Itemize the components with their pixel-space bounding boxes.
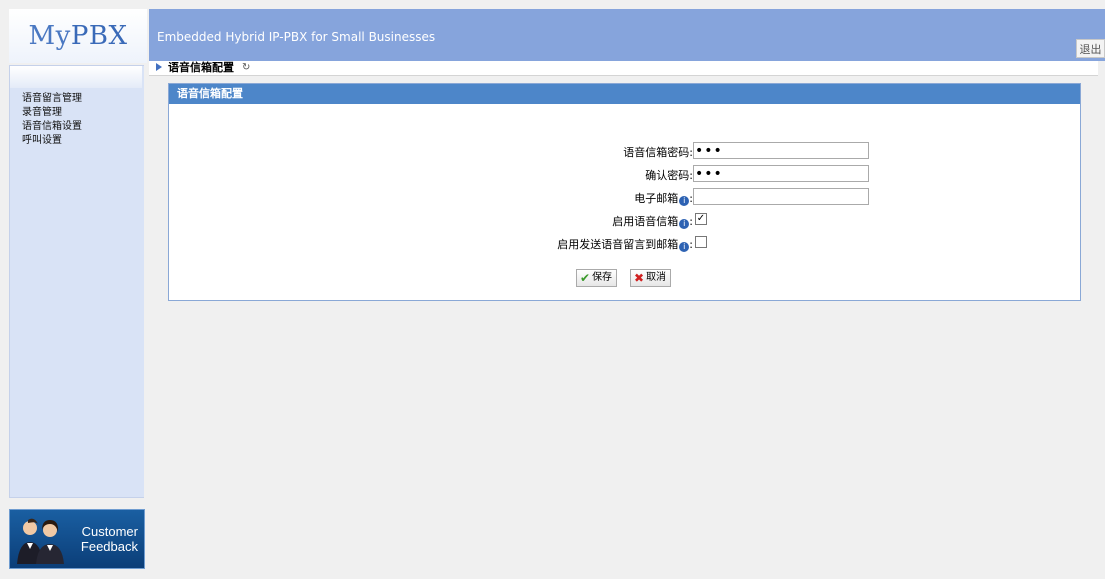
send-to-email-label: 启用发送语音留言到邮箱 i: (557, 238, 693, 252)
sidebar-item-recordings[interactable]: 录音管理 (22, 106, 82, 120)
voicemail-password-input[interactable] (693, 142, 869, 159)
password-label: 语音信箱密码: (623, 146, 693, 159)
sidebar-menu: 语音留言管理 录音管理 语音信箱设置 呼叫设置 (22, 92, 82, 148)
header-banner: Embedded Hybrid IP-PBX for Small Busines… (149, 9, 1105, 61)
breadcrumb-arrow-icon (156, 63, 162, 71)
info-icon[interactable]: i (679, 219, 690, 229)
refresh-icon[interactable]: ↻ (242, 61, 250, 75)
enable-voicemail-checkbox[interactable]: ✓ (695, 213, 707, 225)
feedback-text: Customer Feedback (80, 524, 138, 554)
people-icon (17, 518, 64, 564)
confirm-password-label: 确认密码: (645, 169, 693, 182)
confirm-password-input[interactable] (693, 165, 869, 182)
panel-title: 语音信箱配置 (169, 84, 1080, 104)
email-label: 电子邮箱 i: (634, 192, 693, 206)
app-logo: My PBX (9, 9, 147, 63)
breadcrumb: 语音信箱配置 ↻ (149, 61, 1098, 76)
close-icon: ✖ (634, 271, 645, 285)
field-row-send-to-email: 启用发送语音留言到邮箱 i: (169, 234, 1080, 252)
info-icon[interactable]: i (679, 242, 690, 252)
field-row-enable-voicemail: 启用语音信箱 i: ✓ (169, 211, 1080, 229)
email-input[interactable] (693, 188, 869, 205)
customer-feedback-banner[interactable]: Customer Feedback (9, 509, 145, 569)
sidebar: 语音留言管理 录音管理 语音信箱设置 呼叫设置 (9, 65, 144, 498)
send-to-email-checkbox[interactable] (695, 236, 707, 248)
cancel-button[interactable]: ✖ 取消 (630, 269, 672, 287)
check-icon: ✔ (580, 271, 591, 285)
page-title: 语音信箱配置 (168, 61, 234, 74)
field-row-confirm-password: 确认密码: ••• (169, 165, 1080, 183)
field-row-password: 语音信箱密码: ••• (169, 142, 1080, 160)
sidebar-item-voicemail-messages[interactable]: 语音留言管理 (22, 92, 82, 106)
sidebar-item-call-settings[interactable]: 呼叫设置 (22, 134, 82, 148)
sidebar-header-strip (10, 66, 142, 88)
voicemail-config-panel: 语音信箱配置 语音信箱密码: ••• 确认密码: ••• 电子邮箱 i: 启用语音… (168, 83, 1081, 301)
sidebar-item-voicemail-settings[interactable]: 语音信箱设置 (22, 120, 82, 134)
info-icon[interactable]: i (679, 196, 690, 206)
slogan: Embedded Hybrid IP-PBX for Small Busines… (157, 30, 436, 44)
logout-button[interactable]: 退出 (1076, 39, 1105, 58)
enable-voicemail-label: 启用语音信箱 i: (612, 215, 693, 229)
save-button[interactable]: ✔ 保存 (576, 269, 618, 287)
field-row-email: 电子邮箱 i: (169, 188, 1080, 206)
